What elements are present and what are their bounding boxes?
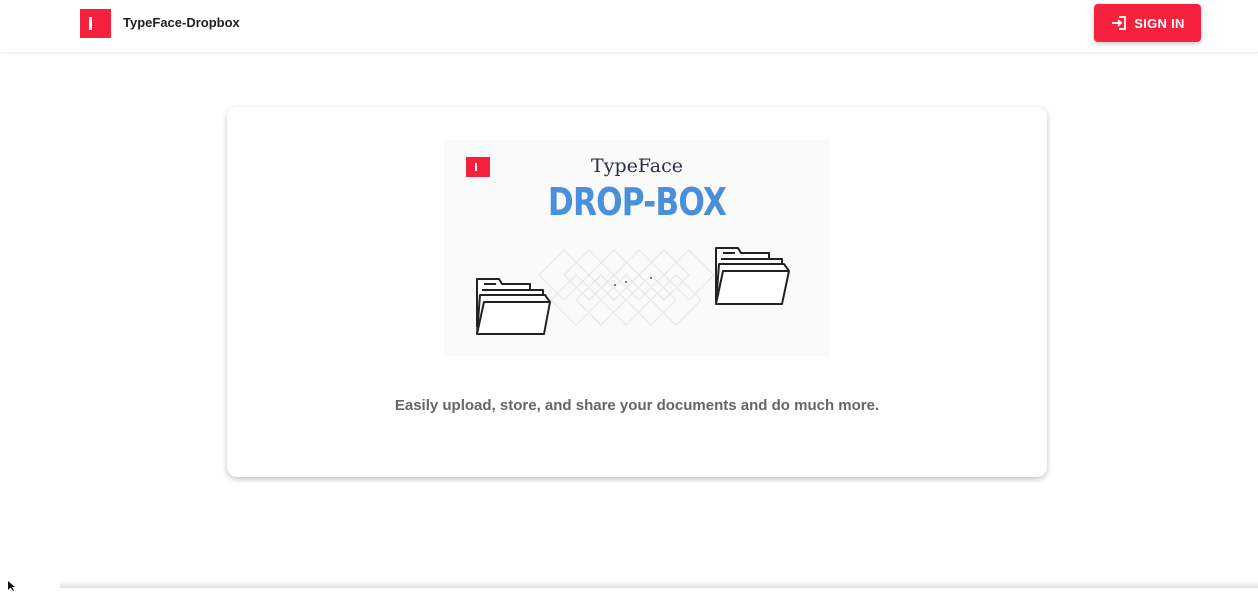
- hero-product-title: DROP-BOX: [547, 180, 727, 224]
- folder-icon: [476, 278, 551, 335]
- dot: [625, 281, 627, 283]
- hero-banner: TypeFace DROP-BOX: [444, 140, 830, 356]
- folder-icon: [715, 247, 790, 305]
- welcome-card: TypeFace DROP-BOX Easily upload, store, …: [227, 107, 1047, 477]
- dot: [614, 284, 616, 286]
- login-icon: [1110, 15, 1128, 31]
- logo-mark: [89, 17, 92, 30]
- bottom-shadow: [60, 581, 1258, 588]
- hero-brand: TypeFace: [591, 155, 683, 177]
- app-title[interactable]: TypeFace-Dropbox: [123, 15, 240, 30]
- sign-in-label: SIGN IN: [1134, 15, 1185, 31]
- mouse-cursor-icon: [8, 578, 16, 596]
- typeface-logo-icon[interactable]: [80, 9, 111, 38]
- sign-in-button[interactable]: SIGN IN: [1094, 4, 1201, 42]
- lattice-pattern: [538, 249, 715, 326]
- header-divider: [12, 52, 1258, 53]
- tagline: Easily upload, store, and share your doc…: [394, 397, 880, 414]
- dot: [650, 277, 652, 279]
- app-header: TypeFace-Dropbox SIGN IN: [0, 0, 1258, 52]
